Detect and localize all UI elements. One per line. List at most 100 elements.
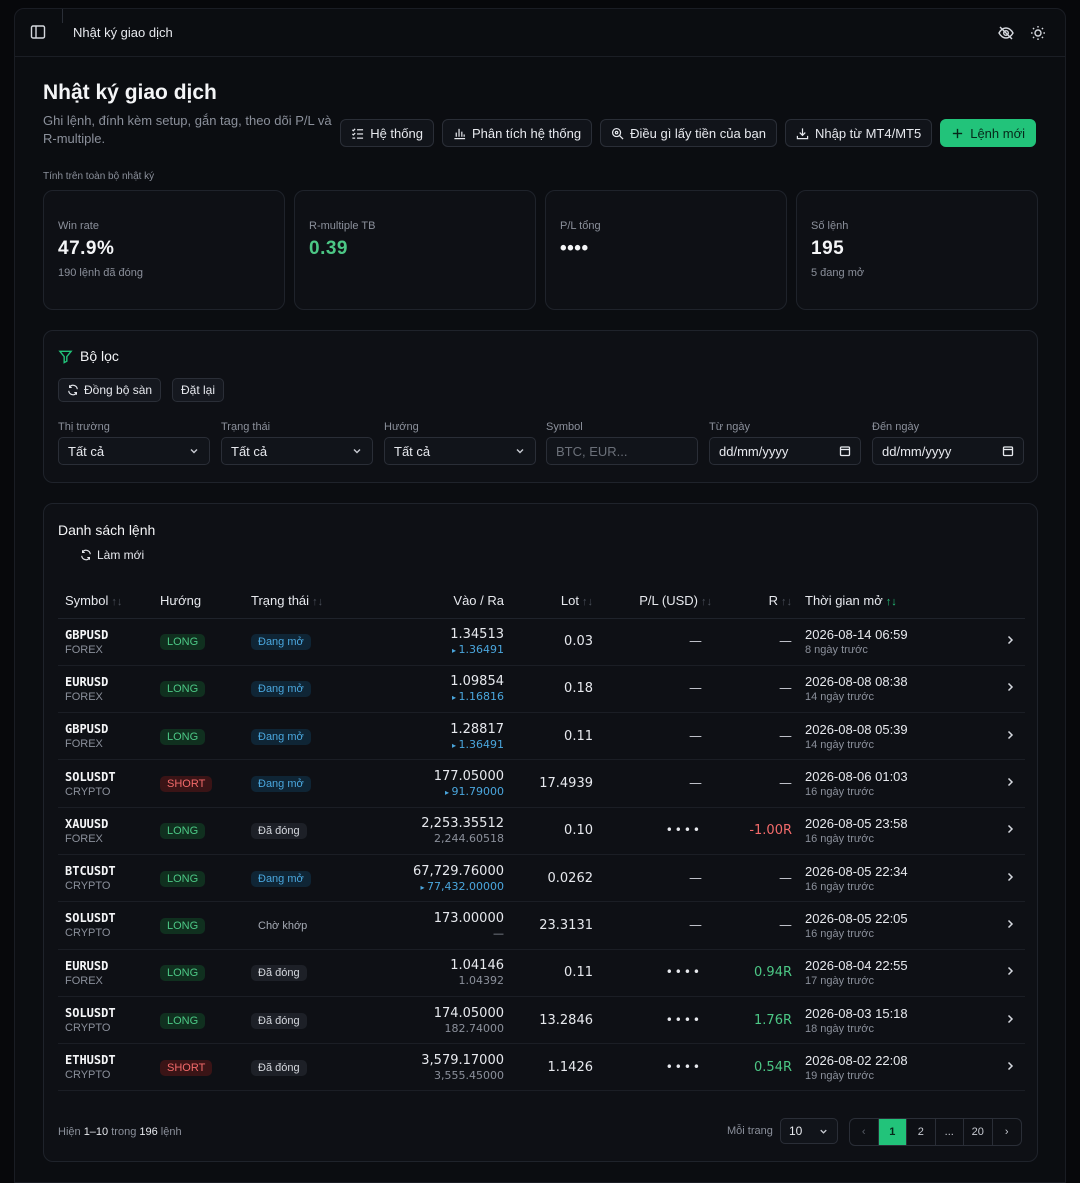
row-open-button[interactable] — [995, 854, 1025, 903]
prev-page-button[interactable]: ‹ — [850, 1119, 879, 1145]
field-label: Hướng — [384, 421, 419, 433]
table-row[interactable]: SOLUSDT CRYPTO LONG Đã đóng 174.05000 182.740… — [58, 996, 1025, 1045]
list-checks-icon — [352, 127, 364, 139]
symbol: SOLUSDT — [65, 911, 116, 926]
import-button[interactable]: Nhập từ MT4/MT5 — [784, 119, 933, 147]
cell-r: 0.54R — [712, 1043, 792, 1092]
relative-time: 14 ngày trước — [805, 738, 874, 751]
bar-chart-icon — [454, 128, 466, 139]
table-row[interactable]: GBPUSD FOREX LONG Đang mở 1.28817 ▸ 1.36491 0.… — [58, 712, 1025, 761]
col-label: R — [768, 592, 778, 608]
row-open-button[interactable] — [995, 665, 1025, 714]
symbol: GBPUSD — [65, 722, 109, 737]
from-date-input[interactable]: dd/mm/yyyy — [709, 437, 861, 465]
market: CRYPTO — [65, 1022, 111, 1035]
row-open-button[interactable] — [995, 949, 1025, 997]
cell-status: Đang mở — [251, 618, 361, 666]
pl-value: •••• — [665, 823, 702, 838]
cell-status: Đang mở — [251, 759, 361, 808]
market-select[interactable]: Tất cả — [58, 437, 210, 465]
side-badge: SHORT — [160, 776, 213, 793]
col-symbol[interactable]: Symbol ↑↓ — [58, 583, 160, 619]
row-open-button[interactable] — [995, 996, 1025, 1045]
symbol: XAUUSD — [65, 816, 109, 831]
table-row[interactable]: BTCUSDT CRYPTO LONG Đang mở 67,729.76000 ▸ 77… — [58, 854, 1025, 903]
page-button[interactable]: 20 — [964, 1119, 993, 1145]
table-header-row: Symbol ↑↓ Hướng Trạng thái ↑↓ Vào / Ra Lot… — [58, 583, 1025, 619]
col-status[interactable]: Trạng thái ↑↓ — [251, 583, 361, 619]
r-value: 0.94R — [754, 965, 792, 981]
cell-r: — — [712, 712, 792, 761]
side-badge: LONG — [160, 870, 206, 887]
row-open-button[interactable] — [995, 807, 1025, 855]
plus-icon — [953, 128, 963, 138]
row-open-button[interactable] — [995, 1043, 1025, 1092]
analysis-button[interactable]: Phân tích hệ thống — [441, 119, 593, 147]
direction-select[interactable]: Tất cả — [384, 437, 536, 465]
table-row[interactable]: ETHUSDT CRYPTO SHORT Đã đóng 3,579.17000 3,55… — [58, 1043, 1025, 1092]
theme-toggle-icon[interactable] — [1029, 24, 1047, 42]
app-window: Nhật ký giao dịch Nhật ký giao dịch Ghi … — [14, 8, 1066, 1183]
row-open-button[interactable] — [995, 901, 1025, 950]
cell-symbol: GBPUSD FOREX — [58, 618, 160, 666]
status-select[interactable]: Tất cả — [221, 437, 373, 465]
exit-price: ▸ 77,432.00000 — [361, 880, 504, 893]
table-row[interactable]: GBPUSD FOREX LONG Đang mở 1.34513 ▸ 1.36491 0.… — [58, 618, 1025, 666]
exit-price: 2,244.60518 — [361, 832, 504, 845]
system-button[interactable]: Hệ thống — [340, 119, 434, 147]
open-time: 2026-08-05 23:58 — [805, 816, 908, 832]
cell-r: — — [712, 665, 792, 714]
sidebar-toggle-icon[interactable] — [29, 23, 47, 41]
col-r[interactable]: R ↑↓ — [712, 583, 792, 619]
refresh-label: Làm mới — [97, 548, 145, 562]
symbol-input[interactable]: BTC, EUR... — [546, 437, 698, 465]
page-button[interactable]: 2 — [907, 1119, 936, 1145]
hide-values-icon[interactable] — [997, 24, 1015, 42]
r-value: — — [779, 776, 792, 792]
row-open-button[interactable] — [995, 618, 1025, 666]
order-table: Symbol ↑↓ Hướng Trạng thái ↑↓ Vào / Ra Lot… — [58, 583, 1025, 1092]
side-badge: LONG — [160, 728, 206, 745]
status-badge: Đang mở — [251, 681, 311, 698]
new-order-button[interactable]: Lệnh mới — [940, 119, 1036, 147]
market: FOREX — [65, 832, 103, 845]
row-open-button[interactable] — [995, 759, 1025, 808]
col-open-time[interactable]: Thời gian mở ↑↓ — [792, 583, 995, 619]
next-page-button[interactable]: › — [993, 1119, 1022, 1145]
stat-card-order-count: Số lệnh 195 5 đang mở — [796, 190, 1038, 310]
divider — [62, 9, 63, 23]
page-button-current[interactable]: 1 — [878, 1119, 907, 1145]
money-leak-button[interactable]: Điều gì lấy tiền của bạn — [600, 119, 777, 147]
stat-card-total-pl: P/L tổng •••• — [545, 190, 787, 310]
table-row[interactable]: SOLUSDT CRYPTO LONG Chờ khớp 173.00000—23.31… — [58, 901, 1025, 950]
col-entry-exit: Vào / Ra — [361, 583, 504, 619]
side-badge: LONG — [160, 917, 206, 934]
sync-exchange-button[interactable]: Đồng bộ sàn — [58, 378, 162, 402]
col-pl[interactable]: P/L (USD) ↑↓ — [593, 583, 712, 619]
entry-price: 67,729.76000 — [413, 863, 504, 879]
exit-value: 1.36491 — [458, 737, 505, 751]
pagination: ‹ 1 2 ... 20 › — [849, 1118, 1022, 1146]
select-value: Tất cả — [231, 443, 268, 459]
col-lot[interactable]: Lot ↑↓ — [504, 583, 593, 619]
sort-active-icon: ↑↓ — [885, 595, 897, 608]
field-label: Trạng thái — [221, 421, 271, 433]
stat-sub: 190 lệnh đã đóng — [58, 267, 144, 279]
row-open-button[interactable] — [995, 712, 1025, 761]
direction-filter: Hướng Tất cả — [384, 421, 536, 465]
table-row[interactable]: EURUSD FOREX LONG Đã đóng 1.04146 1.04392 0.11… — [58, 949, 1025, 997]
to-date-input[interactable]: dd/mm/yyyy — [872, 437, 1024, 465]
status-badge: Đang mở — [251, 634, 311, 651]
refresh-icon — [81, 549, 91, 561]
per-page-select[interactable]: 10 — [780, 1118, 838, 1144]
cell-entry-exit: 173.00000— — [361, 901, 504, 950]
order-list-title: Danh sách lệnh — [58, 522, 156, 538]
exit-value: 1.16816 — [458, 690, 505, 704]
chevron-right-icon — [1007, 1014, 1014, 1023]
table-row[interactable]: EURUSD FOREX LONG Đang mở 1.09854 ▸ 1.16816 0.… — [58, 665, 1025, 714]
table-row[interactable]: XAUUSD FOREX LONG Đã đóng 2,253.35512 2,244.6… — [58, 807, 1025, 855]
reset-button[interactable]: Đặt lại — [172, 378, 225, 402]
table-row[interactable]: SOLUSDT CRYPTO SHORT Đang mở 177.05000 ▸ 91.7… — [58, 759, 1025, 808]
refresh-button[interactable]: Làm mới — [80, 548, 144, 562]
symbol: GBPUSD — [65, 627, 109, 642]
